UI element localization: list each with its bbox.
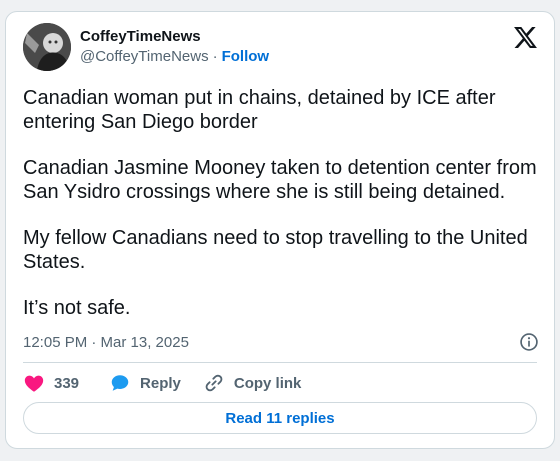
reply-button[interactable]: Reply xyxy=(109,372,181,394)
avatar[interactable] xyxy=(23,23,71,71)
info-icon[interactable] xyxy=(519,332,539,352)
x-logo-icon[interactable] xyxy=(514,27,537,48)
timestamp-row: 12:05 PM · Mar 13, 2025 xyxy=(23,332,539,352)
divider xyxy=(23,362,537,363)
tweet-header: CoffeyTimeNews @CoffeyTimeNews · Follow xyxy=(23,23,269,71)
author-handle[interactable]: @CoffeyTimeNews xyxy=(80,47,209,67)
like-count: 339 xyxy=(54,374,80,392)
tweet-timestamp[interactable]: 12:05 PM · Mar 13, 2025 xyxy=(23,334,189,351)
read-replies-button[interactable]: Read 11 replies xyxy=(23,402,537,434)
reply-label: Reply xyxy=(140,374,181,392)
author-names: CoffeyTimeNews @CoffeyTimeNews · Follow xyxy=(80,27,269,67)
tweet-paragraph: Canadian woman put in chains, detained b… xyxy=(23,87,496,133)
tweet-paragraph: My fellow Canadians need to stop travell… xyxy=(23,227,528,273)
like-button[interactable]: 339 xyxy=(23,372,87,394)
copy-link-button[interactable]: Copy link xyxy=(203,372,302,394)
author-handle-row: @CoffeyTimeNews · Follow xyxy=(80,47,269,67)
copy-link-label: Copy link xyxy=(233,374,302,392)
reply-bubble-icon xyxy=(111,375,129,391)
action-bar: 339 Reply Copy link xyxy=(23,372,323,394)
avatar-photo-icon xyxy=(23,23,71,71)
tweet-text: Canadian woman put in chains, detained b… xyxy=(23,86,543,320)
tweet-paragraph: It’s not safe. xyxy=(23,297,131,319)
author-display-name[interactable]: CoffeyTimeNews xyxy=(80,27,269,47)
follow-button[interactable]: Follow xyxy=(222,47,270,67)
tweet-paragraph: Canadian Jasmine Mooney taken to detenti… xyxy=(23,157,537,203)
separator-dot: · xyxy=(212,48,218,65)
heart-icon xyxy=(24,375,44,392)
tweet-card: CoffeyTimeNews @CoffeyTimeNews · Follow … xyxy=(5,11,555,449)
link-icon xyxy=(205,374,223,392)
